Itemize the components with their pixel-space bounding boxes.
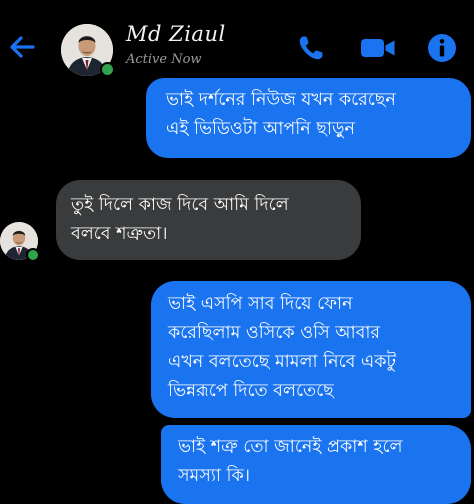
phone-icon[interactable]	[296, 33, 326, 63]
message-bubble-outgoing[interactable]: ভাই এসপি সাব দিয়ে ফোন করেছিলাম ওসিকে ওস…	[151, 281, 471, 418]
contact-avatar[interactable]	[61, 24, 115, 77]
message-text-line: করেছিলাম ওসিকে ওসি আবার	[168, 323, 381, 343]
message-bubble-incoming[interactable]: তুই দিলে কাজ দিবে আমি দিলে বলবে শত্রুতা।	[56, 180, 361, 260]
message-text-line: এই ভিডিওটা আপনি ছাড়ুন	[166, 119, 355, 139]
message-text-line: বলবে শত্রুতা।	[71, 224, 168, 244]
message-text-line: সমস্যা কি।	[178, 466, 251, 486]
message-text-line: ভাই শত্রু তো জানেই প্রকাশ হলে	[178, 437, 403, 457]
message-bubble-outgoing[interactable]: ভাই শত্রু তো জানেই প্রকাশ হলে সমস্যা কি।	[161, 425, 471, 504]
online-indicator	[100, 62, 115, 77]
message-bubble-outgoing[interactable]: ভাই দর্শনের নিউজ যখন করেছেন এই ভিডিওটা আ…	[146, 78, 471, 158]
message-text-line: ভিন্নরূপে দিতে বলতেছে	[168, 381, 334, 401]
message-text-line: ভাই দর্শনের নিউজ যখন করেছেন	[166, 90, 396, 110]
sender-avatar[interactable]	[0, 222, 40, 262]
contact-status: Active Now	[126, 52, 202, 67]
info-icon[interactable]	[427, 33, 457, 63]
message-text-line: ভাই এসপি সাব দিয়ে ফোন	[168, 294, 353, 314]
online-indicator	[26, 248, 40, 262]
contact-name[interactable]: Md Ziaul	[126, 22, 226, 46]
message-text-line: এখন বলতেছে মামলা নিবে একটু	[168, 352, 397, 372]
message-text-line: তুই দিলে কাজ দিবে আমি দিলে	[71, 195, 289, 215]
arrow-left-icon[interactable]	[6, 31, 38, 63]
video-camera-icon[interactable]	[360, 33, 396, 63]
